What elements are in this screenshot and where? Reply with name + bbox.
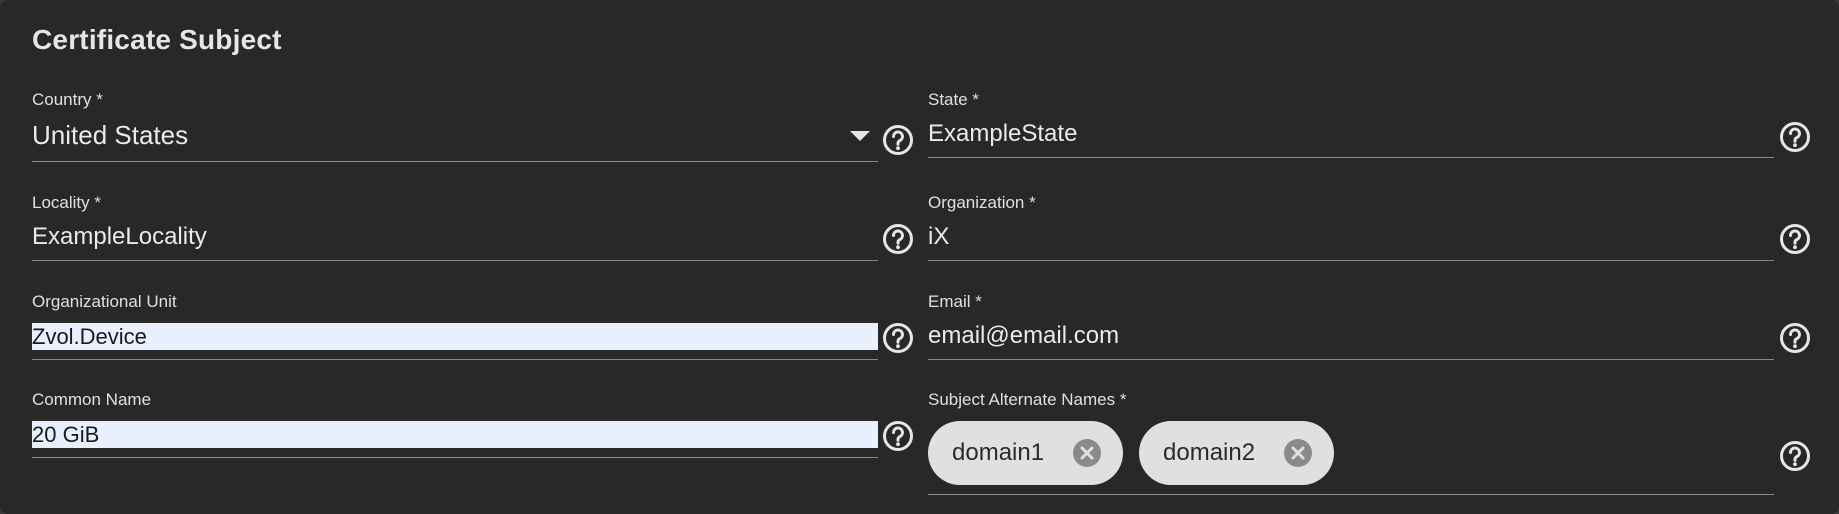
- help-circle-icon[interactable]: [1779, 322, 1811, 354]
- san-chip-label: domain1: [952, 439, 1045, 466]
- organization-field: Organization * iX: [928, 193, 1778, 263]
- cancel-circle-icon[interactable]: [1072, 438, 1102, 468]
- common-name-label: Common Name: [32, 390, 152, 409]
- organizational-unit-input[interactable]: Zvol.Device: [32, 323, 878, 350]
- locality-input[interactable]: ExampleLocality: [32, 223, 207, 251]
- help-circle-icon[interactable]: [1779, 121, 1811, 153]
- help-circle-icon[interactable]: [882, 124, 914, 156]
- email-label: Email *: [928, 292, 982, 311]
- locality-label: Locality *: [32, 193, 101, 212]
- san-label: Subject Alternate Names *: [928, 390, 1127, 409]
- state-label: State *: [928, 90, 980, 109]
- country-select[interactable]: United States: [32, 120, 188, 151]
- organizational-unit-underline: [32, 359, 878, 360]
- email-field: Email * email@email.com: [928, 292, 1778, 362]
- organization-label: Organization *: [928, 193, 1036, 212]
- country-label: Country *: [32, 90, 103, 109]
- san-chip[interactable]: domain2: [1139, 421, 1334, 485]
- locality-underline: [32, 260, 878, 261]
- organization-input[interactable]: iX: [928, 223, 949, 251]
- state-input[interactable]: ExampleState: [928, 120, 1077, 148]
- help-circle-icon[interactable]: [882, 420, 914, 452]
- email-underline: [928, 359, 1774, 360]
- organization-underline: [928, 260, 1774, 261]
- country-field: Country * United States: [32, 90, 882, 165]
- help-circle-icon[interactable]: [882, 322, 914, 354]
- organizational-unit-label: Organizational Unit: [32, 292, 177, 311]
- common-name-field: Common Name 20 GiB: [32, 390, 882, 460]
- san-field: Subject Alternate Names * domain1 domain…: [928, 390, 1778, 496]
- locality-field: Locality * ExampleLocality: [32, 193, 882, 263]
- cancel-circle-icon[interactable]: [1283, 438, 1313, 468]
- email-input[interactable]: email@email.com: [928, 322, 1119, 350]
- common-name-underline: [32, 457, 878, 458]
- country-underline: [32, 161, 878, 162]
- state-field: State * ExampleState: [928, 90, 1778, 165]
- triangle-down-icon[interactable]: [850, 131, 870, 141]
- help-circle-icon[interactable]: [1779, 440, 1811, 472]
- common-name-input[interactable]: 20 GiB: [32, 421, 878, 448]
- san-underline: [928, 494, 1774, 495]
- help-circle-icon[interactable]: [1779, 223, 1811, 255]
- organizational-unit-field: Organizational Unit Zvol.Device: [32, 292, 882, 362]
- help-circle-icon[interactable]: [882, 223, 914, 255]
- san-chip-label: domain2: [1163, 439, 1256, 466]
- state-underline: [928, 157, 1774, 158]
- section-title: Certificate Subject: [32, 24, 282, 55]
- san-chip[interactable]: domain1: [928, 421, 1123, 485]
- certificate-subject-card: Certificate Subject Country * United Sta…: [0, 0, 1839, 514]
